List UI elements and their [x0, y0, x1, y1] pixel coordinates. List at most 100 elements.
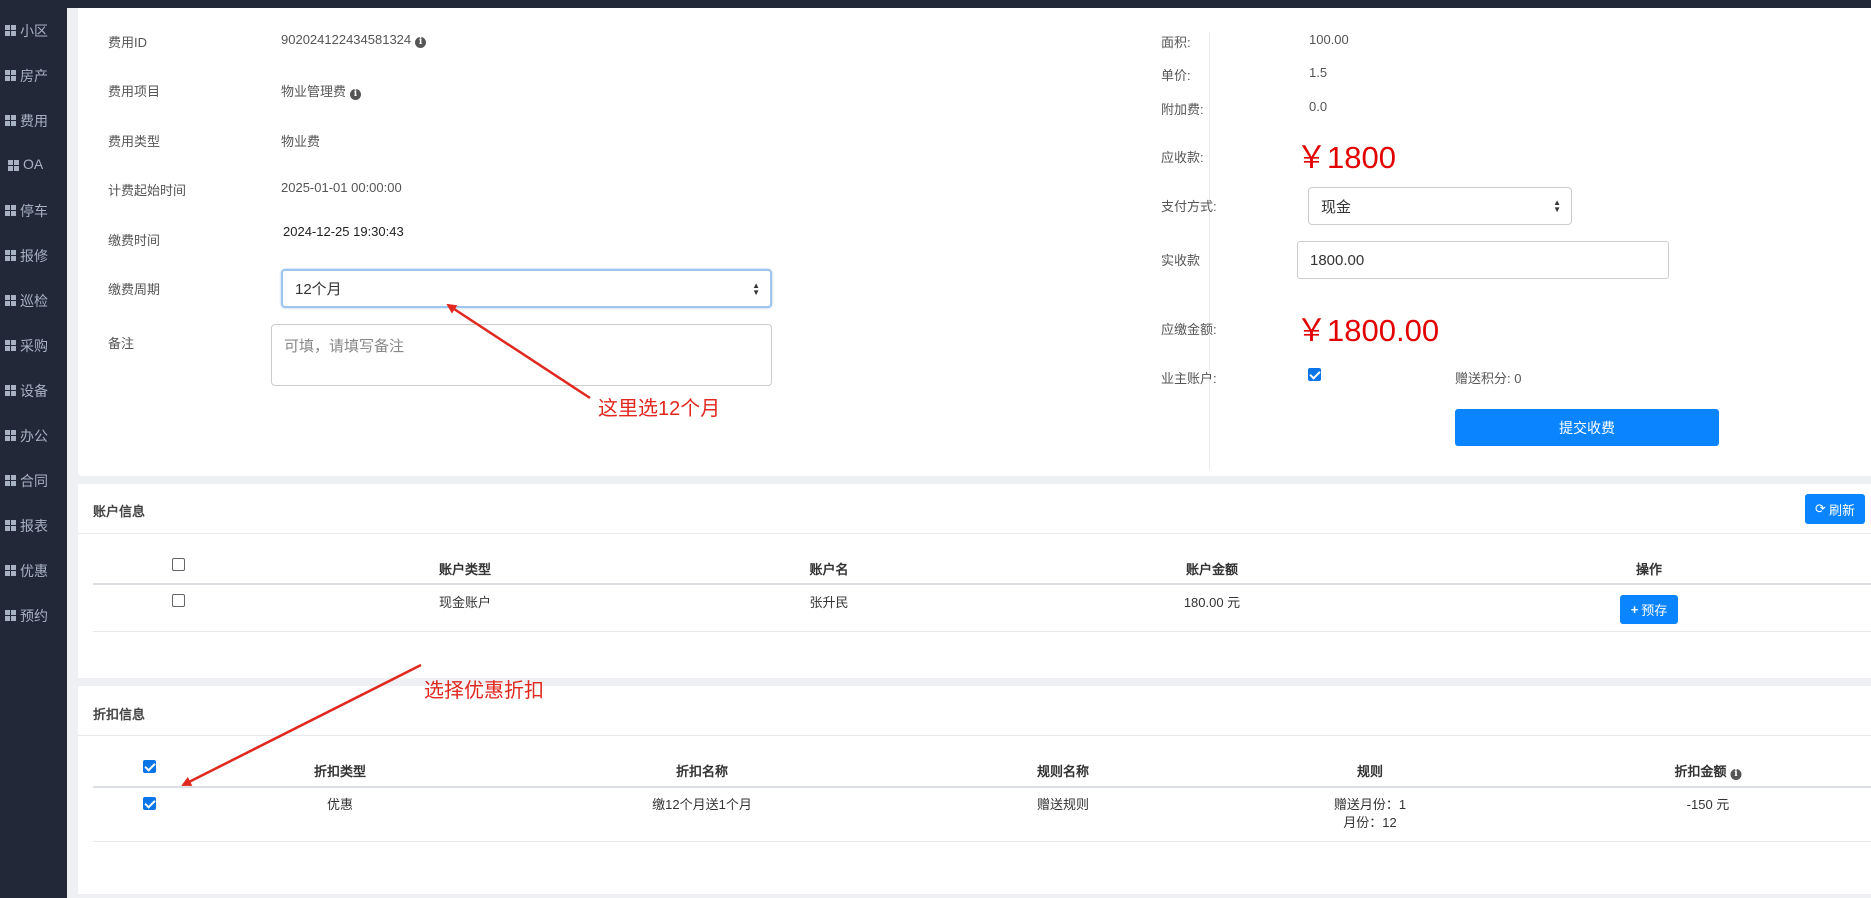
sidebar-item-fees[interactable]: 费用	[0, 111, 67, 156]
owner-account-checkbox[interactable]	[1308, 368, 1321, 381]
table-header-border	[93, 583, 1871, 585]
sidebar-item-label: 设备	[20, 383, 48, 399]
sidebar-item-inspection[interactable]: 巡检	[0, 291, 67, 336]
fee-item-text: 物业管理费	[281, 84, 347, 99]
discount-info-panel: 折扣信息 折扣类型 折扣名称 规则名称 规则 折扣金额 i 优惠 缴12个月送1个…	[78, 686, 1871, 894]
payment-time-value: 2024-12-25 19:30:43	[283, 224, 404, 239]
rule-line: 赠送月份：1	[1333, 797, 1407, 812]
row-divider	[93, 631, 1871, 632]
column-header: 折扣金额	[1674, 764, 1727, 779]
grid-icon	[5, 565, 16, 576]
rule-name-cell: 赠送规则	[1036, 797, 1090, 812]
sidebar-item-parking[interactable]: 停车	[0, 201, 67, 246]
plus-icon: +	[1630, 602, 1639, 617]
sidebar-item-booking[interactable]: 预约	[0, 606, 67, 651]
receivable-amount: ￥1800	[1296, 140, 1396, 175]
grid-icon	[8, 160, 19, 171]
annotation-cycle-note: 这里选12个月	[598, 398, 721, 420]
deposit-button[interactable]: + 预存	[1620, 595, 1678, 624]
submit-payment-button[interactable]: 提交收费	[1455, 409, 1719, 446]
received-label: 实收款	[1161, 253, 1201, 268]
sidebar-item-repair[interactable]: 报修	[0, 246, 67, 291]
amount-due-label: 应缴金额:	[1161, 322, 1217, 337]
section-divider	[78, 533, 1871, 534]
column-header: 操作	[1635, 562, 1663, 577]
received-amount-input[interactable]: 1800.00	[1297, 241, 1669, 279]
rule-cell: 赠送月份：1 月份：12	[1334, 796, 1406, 832]
column-header: 折扣名称	[675, 764, 729, 779]
bonus-points-label: 赠送积分: 0	[1455, 368, 1521, 387]
table-header-border	[93, 786, 1871, 788]
sidebar-item-office[interactable]: 办公	[0, 426, 67, 471]
info-icon[interactable]: i	[1730, 769, 1742, 780]
deposit-label: 预存	[1641, 603, 1668, 618]
sidebar-item-reports[interactable]: 报表	[0, 516, 67, 561]
sidebar-item-community[interactable]: 小区	[0, 21, 67, 66]
payment-cycle-label: 缴费周期	[108, 282, 161, 297]
payment-time-label: 缴费时间	[108, 233, 161, 248]
grid-icon	[5, 385, 16, 396]
area-value: 100.00	[1309, 32, 1349, 47]
sidebar: 小区 房产 费用 OA 停车 报修 巡检 采购 设备 办公 合同 报表 优惠 预…	[0, 0, 67, 898]
section-divider	[78, 735, 1871, 736]
payment-method-selected: 现金	[1321, 198, 1352, 216]
sidebar-item-discounts[interactable]: 优惠	[0, 561, 67, 606]
grid-icon	[5, 340, 16, 351]
sidebar-item-label: 停车	[20, 203, 48, 219]
account-row-checkbox[interactable]	[172, 594, 185, 607]
fee-item-label: 费用项目	[108, 84, 161, 99]
bonus-points-label-text: 赠送积分:	[1455, 371, 1511, 386]
remark-label: 备注	[108, 336, 135, 351]
grid-icon	[5, 250, 16, 261]
fee-id-text: 902024122434581324	[281, 32, 412, 47]
payment-method-select[interactable]: 现金 ▲ ▼	[1308, 187, 1572, 225]
sidebar-item-oa[interactable]: OA	[0, 156, 67, 201]
sidebar-item-contract[interactable]: 合同	[0, 471, 67, 516]
sidebar-item-label: 预约	[20, 608, 48, 624]
refresh-label: 刷新	[1828, 502, 1855, 518]
discount-info-title: 折扣信息	[93, 707, 146, 722]
discount-row-checkbox[interactable]	[143, 797, 156, 810]
annotation-discount-note: 选择优惠折扣	[424, 680, 544, 702]
fee-form-panel: 费用ID 902024122434581324 i 费用项目 物业管理费 i 费用类…	[78, 8, 1871, 476]
sidebar-item-label: 采购	[20, 338, 48, 354]
column-header: 账户类型	[438, 562, 492, 577]
sidebar-item-property[interactable]: 房产	[0, 66, 67, 111]
account-info-title: 账户信息	[93, 504, 146, 519]
unit-price-value: 1.5	[1309, 65, 1328, 80]
owner-account-label: 业主账户:	[1161, 371, 1217, 386]
info-icon[interactable]: i	[415, 37, 427, 48]
discount-amount-header: 折扣金额 i	[1674, 761, 1742, 780]
refresh-button[interactable]: ⟳ 刷新	[1805, 494, 1865, 524]
select-caret-icon: ▲ ▼	[1553, 198, 1561, 214]
discount-type-cell: 优惠	[326, 797, 354, 812]
sidebar-item-equipment[interactable]: 设备	[0, 381, 67, 426]
info-icon[interactable]: i	[350, 89, 362, 100]
select-caret-icon: ▲ ▼	[752, 280, 760, 297]
sidebar-item-label: 办公	[20, 428, 48, 444]
rule-line: 月份：12	[1343, 815, 1397, 830]
account-info-panel: 账户信息 ⟳ 刷新 账户类型 账户名 账户金额 操作 现金账户 张升民 180.0…	[78, 484, 1871, 678]
account-name-cell: 张升民	[809, 595, 849, 610]
bonus-points-value: 0	[1514, 371, 1522, 386]
sidebar-item-label: 小区	[20, 23, 48, 39]
grid-icon	[5, 205, 16, 216]
grid-icon	[5, 610, 16, 621]
receivable-label: 应收款:	[1161, 150, 1204, 165]
sidebar-item-label: 优惠	[20, 563, 48, 579]
sidebar-item-label: 合同	[20, 473, 48, 489]
sidebar-item-label: OA	[23, 156, 44, 172]
top-bar	[0, 0, 1871, 8]
unit-price-label: 单价:	[1161, 68, 1191, 83]
sidebar-item-purchase[interactable]: 采购	[0, 336, 67, 381]
select-all-discounts-checkbox[interactable]	[143, 760, 156, 773]
column-header: 规则名称	[1036, 764, 1090, 779]
select-all-accounts-checkbox[interactable]	[172, 558, 185, 571]
remark-textarea[interactable]: 可填，请填写备注	[271, 324, 772, 386]
sidebar-item-label: 房产	[20, 68, 48, 84]
sidebar-item-label: 费用	[20, 113, 48, 129]
column-header: 折扣类型	[313, 764, 367, 779]
discount-amount-cell: -150 元	[1686, 797, 1730, 812]
payment-cycle-select[interactable]: 12个月 ▲ ▼	[281, 269, 772, 308]
fee-id-value: 902024122434581324 i	[281, 32, 427, 48]
